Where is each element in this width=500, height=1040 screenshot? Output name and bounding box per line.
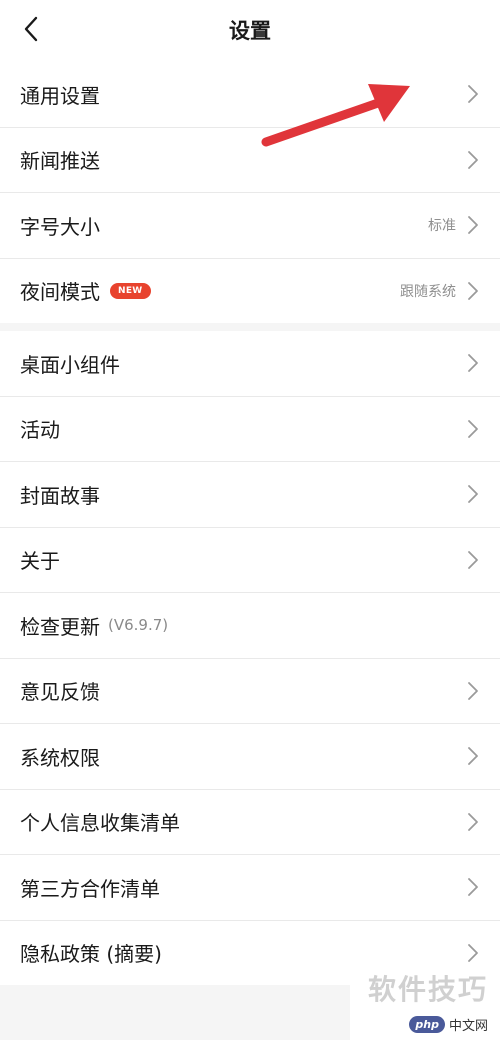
settings-list: 通用设置新闻推送字号大小 标准夜间模式 NEW 跟随系统桌面小组件活动封面故事关于检查… [0, 62, 500, 985]
row-trailing [466, 149, 480, 171]
settings-row-label: 第三方合作清单 [20, 876, 160, 901]
settings-row-label: 个人信息收集清单 [20, 811, 180, 836]
row-trailing: 跟随系统 [400, 280, 480, 302]
chevron-right-icon [466, 280, 480, 302]
settings-row-label: 封面故事 [20, 483, 100, 508]
row-trailing [466, 352, 480, 374]
settings-page: 设置 通用设置新闻推送字号大小 标准夜间模式 NEW 跟随系统桌面小组件活动封面故事关… [0, 0, 500, 1040]
settings-row[interactable]: 关于 [0, 528, 500, 593]
settings-row[interactable]: 新闻推送 [0, 128, 500, 193]
watermark-logo-text: 中文网 [448, 1019, 488, 1034]
chevron-right-icon [466, 83, 480, 105]
settings-row-value: 跟随系统 [400, 283, 456, 300]
chevron-right-icon [466, 418, 480, 440]
chevron-right-icon [466, 483, 480, 505]
row-trailing [466, 942, 480, 964]
chevron-right-icon [466, 811, 480, 833]
settings-group: 桌面小组件活动封面故事关于检查更新 (V6.9.7) 意见反馈系统权限个人信息收集清… [0, 331, 500, 985]
header-bar: 设置 [0, 0, 500, 62]
row-trailing [466, 549, 480, 571]
watermark-logo: php 中文网 [409, 1015, 488, 1034]
settings-row[interactable]: 夜间模式 NEW 跟随系统 [0, 259, 500, 324]
settings-row-label: 通用设置 [20, 83, 100, 108]
chevron-left-icon [23, 16, 39, 46]
row-trailing [466, 745, 480, 767]
settings-row[interactable]: 通用设置 [0, 62, 500, 127]
settings-row[interactable]: 字号大小 标准 [0, 193, 500, 258]
chevron-right-icon [466, 680, 480, 702]
settings-row[interactable]: 意见反馈 [0, 659, 500, 724]
settings-row-label: 关于 [20, 549, 60, 574]
settings-row[interactable]: 封面故事 [0, 462, 500, 527]
settings-group: 通用设置新闻推送字号大小 标准夜间模式 NEW 跟随系统 [0, 62, 500, 323]
watermark-logo-badge: php [409, 1016, 445, 1033]
new-badge: NEW [110, 282, 151, 299]
settings-row-label: 桌面小组件 [20, 352, 120, 377]
row-trailing [466, 680, 480, 702]
settings-row-label: 系统权限 [20, 745, 100, 770]
settings-row[interactable]: 活动 [0, 397, 500, 462]
chevron-right-icon [466, 149, 480, 171]
chevron-right-icon [466, 549, 480, 571]
watermark: 软件技巧 php 中文网 [350, 964, 500, 1040]
row-trailing [466, 83, 480, 105]
row-trailing: 标准 [428, 214, 480, 236]
row-trailing [466, 483, 480, 505]
settings-row-value: 标准 [428, 218, 456, 235]
version-text: (V6.9.7) [108, 616, 169, 635]
settings-row[interactable]: 第三方合作清单 [0, 855, 500, 920]
settings-row-label: 隐私政策 (摘要) [20, 942, 162, 967]
chevron-right-icon [466, 942, 480, 964]
settings-row[interactable]: 检查更新 (V6.9.7) [0, 593, 500, 658]
page-title: 设置 [229, 19, 271, 43]
row-trailing [466, 811, 480, 833]
chevron-right-icon [466, 214, 480, 236]
chevron-right-icon [466, 352, 480, 374]
settings-row-label: 活动 [20, 418, 60, 443]
settings-row[interactable]: 桌面小组件 [0, 331, 500, 396]
row-trailing [466, 876, 480, 898]
settings-row[interactable]: 系统权限 [0, 724, 500, 789]
settings-row[interactable]: 个人信息收集清单 [0, 790, 500, 855]
watermark-text: 软件技巧 [367, 973, 488, 1006]
settings-row-label: 意见反馈 [20, 680, 100, 705]
group-separator [0, 323, 500, 331]
row-trailing [466, 418, 480, 440]
settings-row-label: 检查更新 [20, 614, 100, 639]
back-button[interactable] [14, 14, 48, 48]
settings-row-label: 字号大小 [20, 214, 100, 239]
chevron-right-icon [466, 876, 480, 898]
chevron-right-icon [466, 745, 480, 767]
settings-row-label: 新闻推送 [20, 149, 100, 174]
settings-row-label: 夜间模式 [20, 280, 100, 305]
